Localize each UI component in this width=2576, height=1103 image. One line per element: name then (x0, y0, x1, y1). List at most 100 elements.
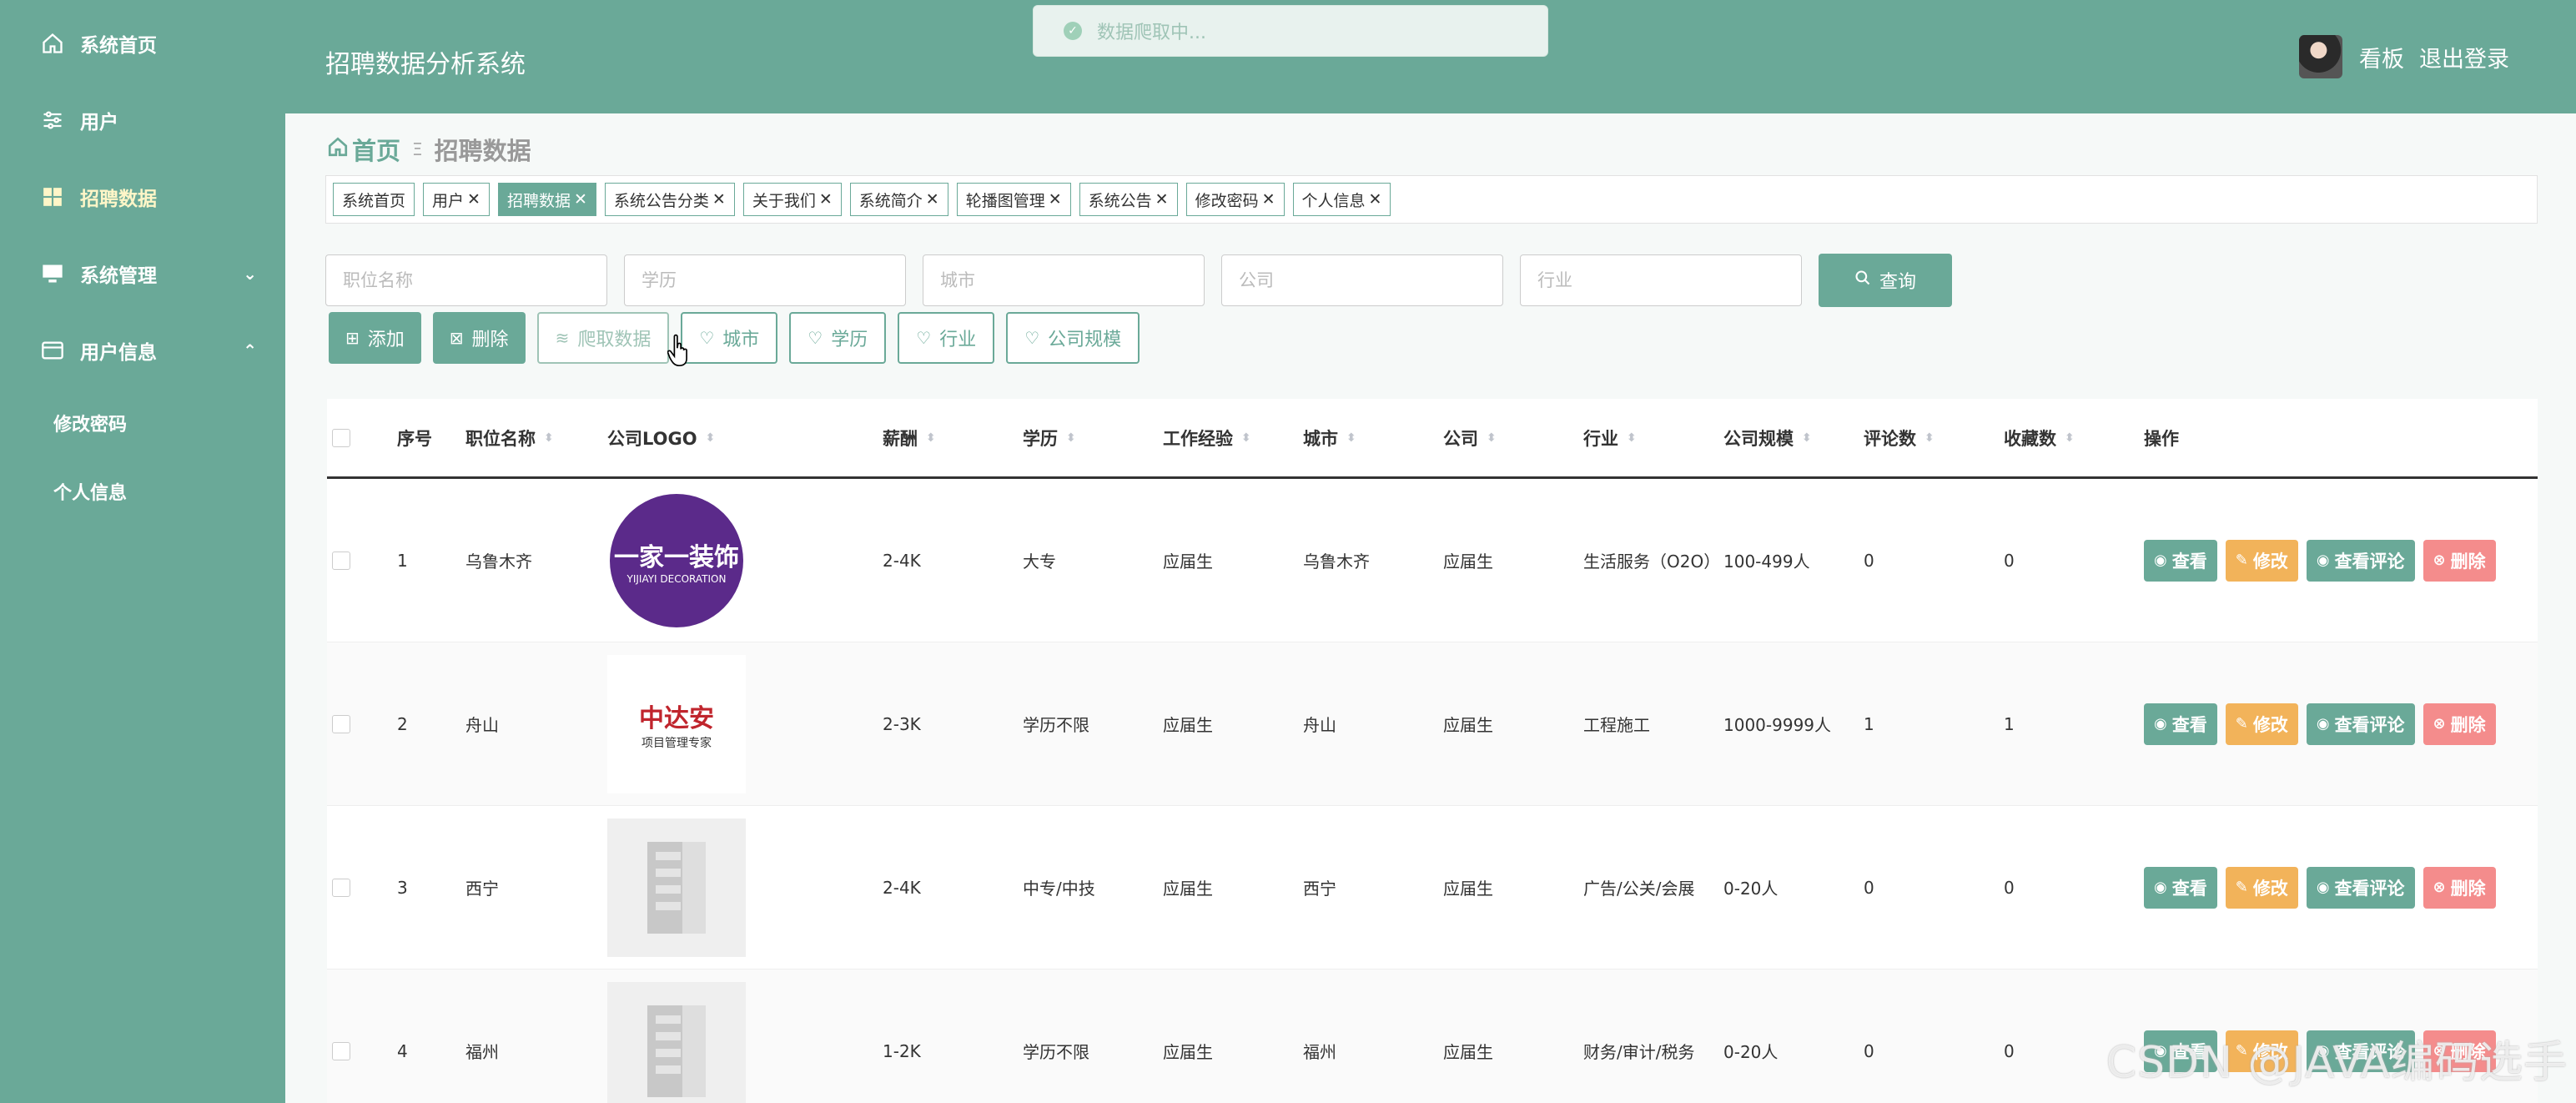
col-company-size[interactable]: 公司规模 ⬍ (1723, 426, 1864, 451)
close-icon[interactable]: ✕ (1049, 190, 1062, 209)
tab-profile[interactable]: 个人信息 ✕ (1292, 183, 1391, 216)
crawl-label: 爬取数据 (577, 330, 652, 350)
tab-home[interactable]: 系统首页 (333, 183, 415, 216)
row-checkbox[interactable] (332, 1041, 350, 1060)
batch-delete-button[interactable]: ⊠ 删除 (432, 312, 526, 364)
row-comments: 0 (1864, 550, 1874, 571)
sidebar-item-users[interactable]: 用户 (0, 82, 285, 159)
row-job: 乌鲁木齐 (465, 552, 532, 572)
logout-link[interactable]: 退出登录 (2419, 41, 2509, 73)
education-input[interactable] (624, 254, 906, 306)
row-comments: 0 (1864, 877, 1874, 898)
row-comments: 1 (1864, 713, 1874, 734)
close-icon[interactable]: ✕ (1369, 190, 1382, 209)
dashboard-link[interactable]: 看板 (2359, 41, 2404, 73)
close-icon[interactable]: ✕ (1155, 190, 1169, 209)
city-input[interactable] (923, 254, 1205, 306)
sidebar-subitem-profile[interactable]: 个人信息 (0, 457, 285, 526)
row-company-size: 100-499人 (1723, 552, 1810, 572)
close-icon[interactable]: ✕ (926, 190, 939, 209)
app-title: 招聘数据分析系统 (325, 50, 526, 79)
add-button[interactable]: ⊞ 添加 (329, 312, 421, 364)
industry-chart-button[interactable]: ♡ 行业 (898, 312, 995, 364)
tab-system-intro[interactable]: 系统简介 ✕ (849, 183, 948, 216)
company-size-chart-button[interactable]: ♡ 公司规模 (1006, 312, 1140, 364)
sidebar-subitem-change-password[interactable]: 修改密码 (0, 389, 285, 457)
job-name-input[interactable] (325, 254, 607, 306)
row-index: 3 (397, 877, 408, 898)
col-job[interactable]: 职位名称 ⬍ (465, 426, 607, 451)
eye-icon: ◉ (2154, 552, 2167, 569)
col-industry[interactable]: 行业 ⬍ (1583, 426, 1723, 451)
delete-button[interactable]: ⊗ 删除 (2423, 703, 2496, 745)
tab-carousel[interactable]: 轮播图管理 ✕ (956, 183, 1071, 216)
col-experience[interactable]: 工作经验 ⬍ (1163, 426, 1303, 451)
select-all-checkbox[interactable] (332, 428, 350, 447)
tab-label: 关于我们 (752, 191, 816, 210)
row-salary: 1-2K (883, 1040, 921, 1061)
edit-button[interactable]: ✎ 修改 (2225, 539, 2298, 582)
toast-message: ✓ 数据爬取中... (1033, 5, 1548, 57)
sidebar-subitem-label: 修改密码 (53, 415, 128, 436)
tab-about-us[interactable]: 关于我们 ✕ (742, 183, 842, 216)
view-button[interactable]: ◉ 查看 (2144, 703, 2217, 745)
close-icon[interactable]: ✕ (467, 190, 480, 209)
row-favorites: 0 (2004, 550, 2015, 571)
col-favorites[interactable]: 收藏数 ⬍ (2004, 426, 2144, 451)
col-logo[interactable]: 公司LOGO ⬍ (607, 426, 883, 451)
tab-recruit-data[interactable]: 招聘数据 ✕ (497, 183, 596, 216)
sort-icon: ⬍ (1241, 431, 1251, 445)
tab-change-password[interactable]: 修改密码 ✕ (1185, 183, 1285, 216)
close-icon[interactable]: ✕ (819, 190, 833, 209)
sort-icon: ⬍ (2065, 431, 2075, 445)
sidebar-item-user-info[interactable]: 用户信息 ⌃ (0, 312, 285, 389)
tab-label: 修改密码 (1195, 191, 1259, 210)
view-comments-button[interactable]: ◉ 查看评论 (2306, 703, 2415, 745)
edit-button[interactable]: ✎ 修改 (2225, 866, 2298, 909)
plus-square-icon: ⊞ (345, 328, 360, 348)
user-area: 看板 退出登录 (2299, 35, 2524, 78)
main-content: 首页 Ξ 招聘数据 系统首页 用户 ✕ 招聘数据 ✕ 系统公告分类 ✕ 关于我们 ✕ 系… (285, 113, 2576, 1103)
row-checkbox[interactable] (332, 878, 350, 897)
close-icon[interactable]: ✕ (1262, 190, 1275, 209)
view-comments-button[interactable]: ◉ 查看评论 (2306, 866, 2415, 909)
sort-icon: ⬍ (1487, 431, 1497, 445)
query-button[interactable]: 查询 (1819, 254, 1952, 307)
education-chart-button[interactable]: ♡ 学历 (789, 312, 887, 364)
delete-button[interactable]: ⊗ 删除 (2423, 866, 2496, 909)
sidebar-item-system-management[interactable]: 系统管理 ⌄ (0, 235, 285, 312)
table-header: 序号 职位名称 ⬍ 公司LOGO ⬍ 薪酬 ⬍ 学历 ⬍ 工作经验 ⬍ 城市 ⬍ 公司 ⬍ 行… (327, 399, 2538, 479)
view-button[interactable]: ◉ 查看 (2144, 866, 2217, 909)
edit-button[interactable]: ✎ 修改 (2225, 703, 2298, 745)
sidebar-item-recruit-data[interactable]: 招聘数据 (0, 159, 285, 235)
heart-icon: ♡ (1024, 328, 1040, 348)
monitor-icon (40, 261, 65, 286)
row-checkbox[interactable] (332, 714, 350, 733)
search-row: 查询 (325, 254, 1952, 307)
crawl-data-button[interactable]: ≋ 爬取数据 (536, 312, 670, 364)
col-education[interactable]: 学历 ⬍ (1023, 426, 1163, 451)
tab-notice-category[interactable]: 系统公告分类 ✕ (604, 183, 735, 216)
company-input[interactable] (1221, 254, 1503, 306)
row-checkbox[interactable] (332, 551, 350, 570)
breadcrumb-separator-icon: Ξ (412, 139, 423, 159)
breadcrumb-home[interactable]: 首页 (352, 132, 400, 167)
sidebar-subitem-label: 个人信息 (53, 483, 128, 504)
close-icon[interactable]: ✕ (574, 190, 587, 209)
col-company[interactable]: 公司 ⬍ (1443, 426, 1583, 451)
avatar[interactable] (2299, 35, 2342, 78)
city-chart-button[interactable]: ♡ 城市 (681, 312, 778, 364)
col-city[interactable]: 城市 ⬍ (1303, 426, 1443, 451)
industry-input[interactable] (1520, 254, 1802, 306)
tab-users[interactable]: 用户 ✕ (423, 183, 490, 216)
delete-button[interactable]: ⊗ 删除 (2423, 539, 2496, 582)
home-icon (40, 31, 65, 56)
col-salary[interactable]: 薪酬 ⬍ (883, 426, 1023, 451)
table-row: 3 西宁 2-4K 中专/中技 应届生 西宁 应届生 广告/公关/会展 0-20… (327, 806, 2538, 970)
close-icon[interactable]: ✕ (712, 190, 726, 209)
view-comments-button[interactable]: ◉ 查看评论 (2306, 539, 2415, 582)
view-button[interactable]: ◉ 查看 (2144, 539, 2217, 582)
col-comments[interactable]: 评论数 ⬍ (1864, 426, 2004, 451)
tab-notices[interactable]: 系统公告 ✕ (1079, 183, 1178, 216)
sidebar-item-home[interactable]: 系统首页 (0, 5, 285, 82)
